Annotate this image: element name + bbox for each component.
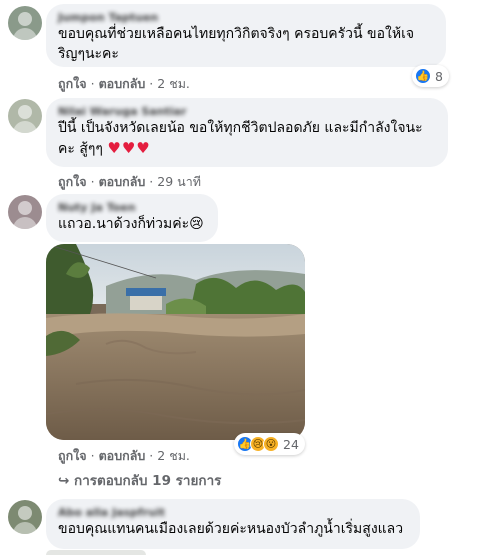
- comment-text: ขอบคุณแทนคนเมืองเลยด้วยค่ะหนองบัวลำภูน้ำ…: [58, 521, 404, 537]
- comment-text: ขอบคุณที่ช่วยเหลือคนไทยทุกวิกิตจริงๆ ครอ…: [58, 26, 415, 62]
- reply-arrow-icon: ↪: [58, 473, 70, 489]
- thumbs-up-icon: 👍: [415, 68, 431, 84]
- reaction-summary[interactable]: 👍 😢 😮 24: [234, 433, 305, 455]
- wow-face-icon: 😮: [263, 436, 279, 452]
- commenter-name[interactable]: Abo alla Jaspfruit: [58, 506, 408, 519]
- commenter-name[interactable]: Nilai Waruga Santiar: [58, 105, 436, 118]
- reply-button[interactable]: ตอบกลับ: [99, 448, 146, 463]
- commenter-avatar[interactable]: [8, 99, 42, 133]
- like-button[interactable]: ถูกใจ: [58, 174, 87, 189]
- view-replies-link[interactable]: ↪ การตอบกลับ 19 รายการ: [58, 469, 221, 491]
- reaction-summary[interactable]: 👍 8: [412, 65, 449, 87]
- reply-button[interactable]: ตอบกลับ: [99, 174, 146, 189]
- reaction-count: 8: [435, 68, 443, 84]
- commenter-name[interactable]: Nuty Ja Toen: [58, 201, 206, 214]
- heart-emoji: ♥♥♥: [107, 139, 151, 157]
- comment-actions: ถูกใจ · ตอบกลับ · 2 ชม.: [58, 448, 190, 463]
- commenter-avatar[interactable]: [8, 500, 42, 534]
- reaction-count: 24: [283, 436, 299, 452]
- comment-time[interactable]: 2 ชม.: [157, 448, 190, 463]
- like-button[interactable]: ถูกใจ: [58, 76, 87, 91]
- commenter-avatar[interactable]: [8, 195, 42, 229]
- comment-time[interactable]: 29 นาที: [157, 174, 201, 189]
- flood-photo[interactable]: [46, 244, 305, 440]
- comment-actions: ถูกใจ · ตอบกลับ · 29 นาที: [58, 174, 201, 189]
- comment-bubble: Nuty Ja Toen แถวอ.นาด้วงก็ท่วมค่ะ😢: [46, 194, 218, 242]
- comment-text: แถวอ.นาด้วงก็ท่วมค่ะ😢: [58, 216, 204, 232]
- commenter-avatar[interactable]: [8, 6, 42, 40]
- next-attachment-preview: [46, 550, 146, 555]
- like-button[interactable]: ถูกใจ: [58, 448, 87, 463]
- comment-bubble: Abo alla Jaspfruit ขอบคุณแทนคนเมืองเลยด้…: [46, 499, 420, 549]
- comment-bubble: Jumpon Taptuen ขอบคุณที่ช่วยเหลือคนไทยทุ…: [46, 4, 446, 67]
- comment-actions: ถูกใจ · ตอบกลับ · 2 ชม.: [58, 76, 190, 91]
- comment-text: ปีนี้ เป็นจังหวัดเลยน้อ ขอให้ทุกชีวิตปลอ…: [58, 120, 423, 157]
- commenter-name[interactable]: Jumpon Taptuen: [58, 11, 434, 24]
- comment-bubble: Nilai Waruga Santiar ปีนี้ เป็นจังหวัดเล…: [46, 98, 448, 167]
- reply-button[interactable]: ตอบกลับ: [99, 76, 146, 91]
- comment-time[interactable]: 2 ชม.: [157, 76, 190, 91]
